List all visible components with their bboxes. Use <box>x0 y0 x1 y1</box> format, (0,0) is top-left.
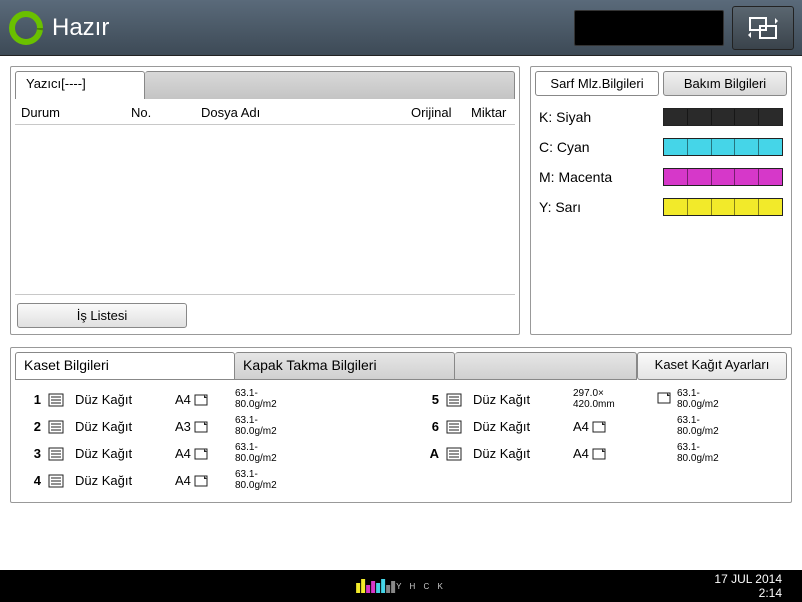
orientation-icon <box>592 421 606 433</box>
tray-weight: 63.1-80.0g/m2 <box>677 443 737 464</box>
tab-maintenance[interactable]: Bakım Bilgileri <box>663 71 787 96</box>
tray-dim: 297.0×420.0mm <box>573 389 657 410</box>
tray-size: A4 <box>573 419 633 434</box>
tray-size: A4 <box>573 446 633 461</box>
tab-supplies[interactable]: Sarf Mlz.Bilgileri <box>535 71 659 96</box>
col-qty: Miktar <box>471 105 513 120</box>
toner-level-bar <box>663 138 783 156</box>
header-display <box>574 10 724 46</box>
refresh-icon <box>746 15 780 41</box>
col-orig: Orijinal <box>411 105 471 120</box>
orientation-icon <box>657 392 671 404</box>
tab-printer[interactable]: Yazıcı[----] <box>15 71 145 99</box>
tray-level-icon <box>48 447 64 461</box>
ymck-indicator: Y H C K <box>356 579 446 593</box>
tray-weight: 63.1-80.0g/m2 <box>677 416 737 437</box>
col-status: Durum <box>21 105 131 120</box>
tray-number: 3 <box>23 446 41 461</box>
tray-row: 5 Düz Kağıt297.0×420.0mm 63.1-80.0g/m2 <box>421 386 779 413</box>
tray-number: A <box>421 446 439 461</box>
tray-weight: 63.1-80.0g/m2 <box>235 470 295 491</box>
job-columns: Durum No. Dosya Adı Orijinal Miktar <box>15 101 515 125</box>
toner-label: K: Siyah <box>539 109 663 125</box>
tray-level-icon <box>446 420 462 434</box>
tray-size: A4 <box>175 446 235 461</box>
tab-blank <box>145 71 515 99</box>
orientation-icon <box>592 448 606 460</box>
supplies-panel: Sarf Mlz.Bilgileri Bakım Bilgileri K: Si… <box>530 66 792 335</box>
tray-row: 6 Düz KağıtA4 63.1-80.0g/m2 <box>421 413 779 440</box>
tab-fill <box>455 352 637 380</box>
tray-row: 4 Düz KağıtA4 63.1-80.0g/m2 <box>23 467 381 494</box>
toner-row: K: Siyah <box>535 102 787 132</box>
footer-time: 2:14 <box>714 586 782 600</box>
tray-weight: 63.1-80.0g/m2 <box>235 389 295 410</box>
tray-type: Düz Kağıt <box>75 473 175 488</box>
tray-weight: 63.1-80.0g/m2 <box>235 416 295 437</box>
tray-type: Düz Kağıt <box>75 419 175 434</box>
tray-level-icon <box>446 393 462 407</box>
col-no: No. <box>131 105 201 120</box>
job-list-area <box>15 125 515 295</box>
status-title: Hazır <box>52 14 574 42</box>
status-ok-icon <box>8 10 44 46</box>
cassette-panel: Kaset Bilgileri Kapak Takma Bilgileri Ka… <box>10 347 792 503</box>
cassette-settings-button[interactable]: Kaset Kağıt Ayarları <box>637 352 787 380</box>
tray-size: A3 <box>175 419 235 434</box>
tray-level-icon <box>48 420 64 434</box>
tray-weight: 63.1-80.0g/m2 <box>235 443 295 464</box>
titlebar: Hazır <box>0 0 802 56</box>
tray-number: 2 <box>23 419 41 434</box>
job-panel: Yazıcı[----] Durum No. Dosya Adı Orijina… <box>10 66 520 335</box>
ymck-label: Y H C K <box>396 582 446 591</box>
tray-type: Düz Kağıt <box>473 419 573 434</box>
refresh-button[interactable] <box>732 6 794 50</box>
toner-level-bar <box>663 198 783 216</box>
toner-level-bar <box>663 108 783 126</box>
orientation-icon <box>194 394 208 406</box>
tray-size: A4 <box>175 392 235 407</box>
footer-date: 17 JUL 2014 <box>714 572 782 586</box>
tray-type: Düz Kağıt <box>75 446 175 461</box>
tray-row: 3 Düz KağıtA4 63.1-80.0g/m2 <box>23 440 381 467</box>
tab-cassette-info[interactable]: Kaset Bilgileri <box>15 352 235 380</box>
toner-label: Y: Sarı <box>539 199 663 215</box>
orientation-icon <box>194 475 208 487</box>
tray-size: A4 <box>175 473 235 488</box>
tray-level-icon <box>48 393 64 407</box>
job-list-button[interactable]: İş Listesi <box>17 303 187 328</box>
tray-type: Düz Kağıt <box>473 392 573 407</box>
toner-label: M: Macenta <box>539 169 663 185</box>
toner-row: M: Macenta <box>535 162 787 192</box>
tab-cover-info[interactable]: Kapak Takma Bilgileri <box>235 352 455 380</box>
tray-type: Düz Kağıt <box>75 392 175 407</box>
tray-level-icon <box>446 447 462 461</box>
toner-row: C: Cyan <box>535 132 787 162</box>
tray-row: A Düz KağıtA4 63.1-80.0g/m2 <box>421 440 779 467</box>
tray-row: 1 Düz KağıtA4 63.1-80.0g/m2 <box>23 386 381 413</box>
tray-number: 4 <box>23 473 41 488</box>
orientation-icon <box>194 421 208 433</box>
tray-number: 6 <box>421 419 439 434</box>
tray-weight: 63.1-80.0g/m2 <box>677 389 737 410</box>
tray-level-icon <box>48 474 64 488</box>
toner-row: Y: Sarı <box>535 192 787 222</box>
orientation-icon <box>194 448 208 460</box>
tray-row: 2 Düz KağıtA3 63.1-80.0g/m2 <box>23 413 381 440</box>
toner-label: C: Cyan <box>539 139 663 155</box>
col-file: Dosya Adı <box>201 105 411 120</box>
tray-number: 5 <box>421 392 439 407</box>
tray-type: Düz Kağıt <box>473 446 573 461</box>
footer: Y H C K 17 JUL 2014 2:14 <box>0 570 802 602</box>
tray-number: 1 <box>23 392 41 407</box>
toner-level-bar <box>663 168 783 186</box>
